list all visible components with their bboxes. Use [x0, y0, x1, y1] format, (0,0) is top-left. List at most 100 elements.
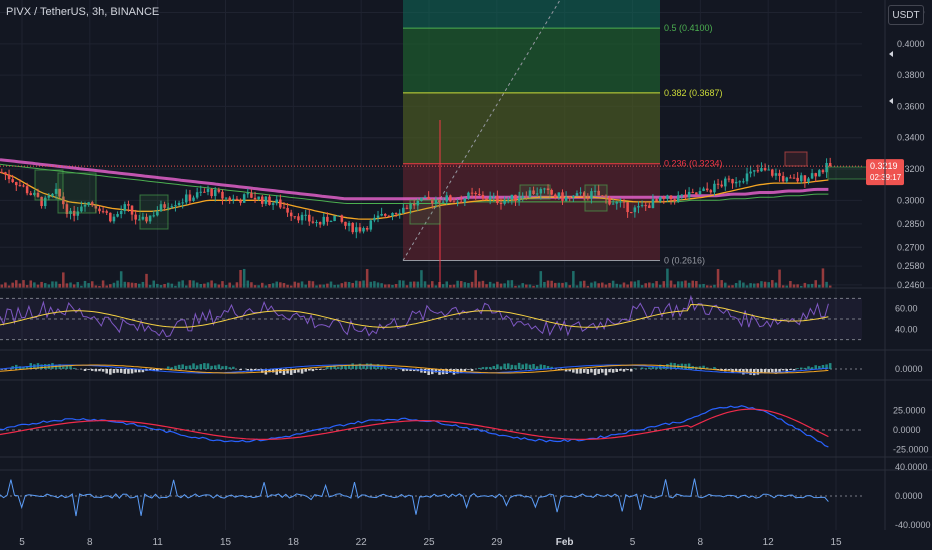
- candle-body: [199, 191, 203, 193]
- macd-histogram-bar: [300, 369, 304, 374]
- macd-histogram-bar: [98, 369, 101, 372]
- volume-bar: [629, 281, 633, 288]
- macd-histogram-bar: [130, 369, 134, 374]
- volume-bar: [528, 284, 532, 288]
- macd-histogram-bar: [514, 365, 517, 369]
- volume-bar: [279, 282, 282, 288]
- candle-body: [336, 215, 340, 217]
- macd-histogram-bar: [626, 369, 629, 371]
- volume-bar: [796, 284, 799, 288]
- volume-bar: [803, 282, 807, 288]
- candle-body: [326, 216, 329, 222]
- candle-body: [188, 194, 192, 201]
- volume-bar: [579, 281, 582, 288]
- volume-bar: [195, 282, 199, 288]
- x-tick-label: 12: [763, 537, 775, 548]
- volume-bar: [373, 281, 376, 288]
- macd-histogram-bar: [105, 369, 108, 374]
- volume-bar: [564, 282, 568, 288]
- volume-bar: [452, 284, 456, 288]
- volume-bar: [152, 280, 156, 288]
- volume-bar: [648, 282, 651, 288]
- macd-histogram-bar: [597, 369, 600, 374]
- macd-histogram-bar: [72, 367, 76, 369]
- x-tick-label: 15: [830, 537, 842, 548]
- candle-body: [752, 170, 756, 172]
- macd-histogram-bar: [221, 366, 224, 369]
- candle-body: [441, 201, 445, 203]
- candle-body: [402, 207, 405, 213]
- macd-panel[interactable]: [0, 362, 862, 376]
- candle-body: [731, 179, 734, 184]
- volume-bar: [387, 284, 391, 288]
- volume-bar: [203, 283, 206, 288]
- volume-bar: [467, 282, 470, 288]
- volume-bar: [210, 280, 213, 288]
- candle-body: [492, 195, 496, 197]
- rsi-panel[interactable]: [0, 294, 862, 341]
- volume-bar: [369, 281, 373, 288]
- macd-histogram-bar: [792, 369, 796, 371]
- volume-bar: [242, 268, 246, 288]
- volume-bar: [546, 280, 550, 288]
- macd-histogram-bar: [684, 363, 687, 369]
- candle-body: [622, 201, 626, 203]
- candle-body: [18, 185, 22, 187]
- macd-histogram-bar: [427, 369, 430, 376]
- candle-body: [297, 216, 300, 221]
- candle-body: [213, 189, 217, 197]
- alert-marker: [889, 98, 893, 104]
- volume-bar: [235, 282, 239, 288]
- macd-histogram-bar: [101, 369, 105, 372]
- macd-histogram-bar: [539, 364, 543, 369]
- volume-bar: [438, 281, 441, 288]
- volume-bar: [637, 280, 640, 288]
- macd-histogram-bar: [535, 366, 539, 369]
- candle-body: [228, 197, 231, 201]
- oscillator-panel[interactable]: [0, 405, 862, 448]
- volume-bar: [611, 280, 615, 288]
- candle-body: [807, 178, 810, 182]
- candle-body: [329, 221, 333, 223]
- chart-area[interactable]: 0.5 (0.4100) 0.382 (0.3687) 0.236 (0.3234)…: [0, 0, 932, 550]
- volume-bar: [680, 281, 684, 288]
- fibonacci-retracement[interactable]: 0.5 (0.4100) 0.382 (0.3687) 0.236 (0.3234)…: [402, 0, 723, 288]
- volume-bar: [83, 280, 87, 288]
- macd-histogram-bar: [796, 368, 799, 369]
- quote-currency-button[interactable]: USDT: [888, 5, 924, 25]
- candle-body: [322, 216, 326, 225]
- macd-histogram-bar: [633, 368, 637, 369]
- macd-histogram-bar: [185, 365, 188, 369]
- volume-bar: [347, 282, 351, 288]
- volume-bar: [485, 284, 488, 288]
- macd-histogram-bar: [246, 369, 250, 371]
- candle-body: [387, 215, 391, 217]
- volume-bar: [362, 280, 365, 288]
- candle-body: [557, 192, 561, 198]
- volume-bar: [228, 282, 231, 288]
- candle-body: [123, 204, 127, 212]
- candle-body: [116, 214, 119, 217]
- candle-body: [633, 207, 637, 213]
- volume-bar: [239, 269, 242, 288]
- volume-bar: [156, 283, 159, 288]
- candle-body: [640, 205, 644, 207]
- macd-histogram-bar: [713, 367, 716, 369]
- momentum-panel[interactable]: [0, 478, 862, 517]
- price-tick-label: 0.2700: [897, 242, 925, 252]
- macd-histogram-bar: [15, 364, 18, 369]
- macd-histogram-bar: [517, 362, 521, 369]
- candle-body: [608, 197, 611, 205]
- x-tick-label: 25: [423, 537, 435, 548]
- macd-histogram-bar: [496, 364, 499, 369]
- volume-bar: [376, 282, 380, 288]
- candle-body: [561, 192, 564, 201]
- candle-body: [7, 174, 11, 180]
- candle-body: [503, 200, 506, 204]
- macd-histogram-bar: [814, 365, 817, 369]
- volume-bar: [311, 281, 315, 288]
- macd-histogram-bar: [318, 369, 322, 370]
- candle-body: [459, 201, 463, 203]
- candle-body: [253, 197, 257, 200]
- candle-body: [658, 197, 662, 202]
